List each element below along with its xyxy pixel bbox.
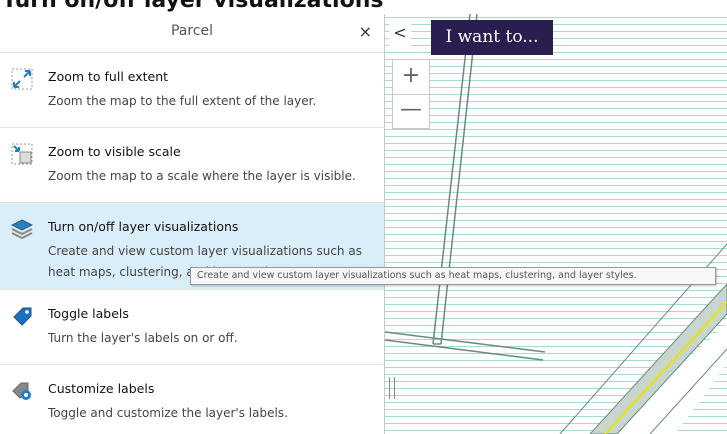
action-description: Toggle and customize the layer's labels. <box>48 406 288 420</box>
zoom-full-extent-icon <box>11 68 33 90</box>
panel-title: Parcel <box>170 23 214 39</box>
action-toggle-labels[interactable]: Toggle labels Turn the layer's labels on… <box>0 290 384 365</box>
layers-icon <box>11 219 33 240</box>
zoom-out-button[interactable]: — <box>393 94 429 128</box>
action-customize-labels[interactable]: Customize labels Toggle and customize th… <box>0 365 384 434</box>
tooltip: Create and view custom layer visualizati… <box>190 267 716 285</box>
i-want-to-button[interactable]: I want to... <box>431 20 553 55</box>
page-heading: Turn on/off layer visualizations <box>0 0 727 14</box>
panel-resize-handle[interactable] <box>389 377 395 399</box>
action-zoom-visible-scale[interactable]: Zoom to visible scale Zoom the map to a … <box>0 128 384 203</box>
zoom-controls: + — <box>392 59 430 129</box>
close-button[interactable]: × <box>359 22 372 41</box>
action-title: Toggle labels <box>48 306 129 321</box>
map-view[interactable] <box>385 14 727 434</box>
page-heading-text: Turn on/off layer visualizations <box>2 0 384 13</box>
action-description: Zoom the map to a scale where the layer … <box>48 169 356 183</box>
panel-header: Parcel × <box>0 14 384 53</box>
collapse-panel-button[interactable]: < <box>389 20 411 46</box>
action-zoom-full-extent[interactable]: Zoom to full extent Zoom the map to the … <box>0 53 384 128</box>
zoom-in-button[interactable]: + <box>393 60 429 95</box>
zoom-visible-scale-icon <box>11 143 33 165</box>
map-canvas <box>385 14 727 434</box>
label-tag-icon <box>13 307 32 326</box>
action-title: Customize labels <box>48 381 155 396</box>
layer-actions-panel: Parcel × Zoom to full extent Zoom the ma… <box>0 14 385 434</box>
action-title: Zoom to full extent <box>48 69 169 84</box>
label-settings-icon <box>12 382 31 400</box>
action-title: Zoom to visible scale <box>48 144 181 159</box>
action-description: Zoom the map to the full extent of the l… <box>48 94 317 108</box>
action-description: Turn the layer's labels on or off. <box>48 331 238 345</box>
action-title: Turn on/off layer visualizations <box>48 219 239 234</box>
